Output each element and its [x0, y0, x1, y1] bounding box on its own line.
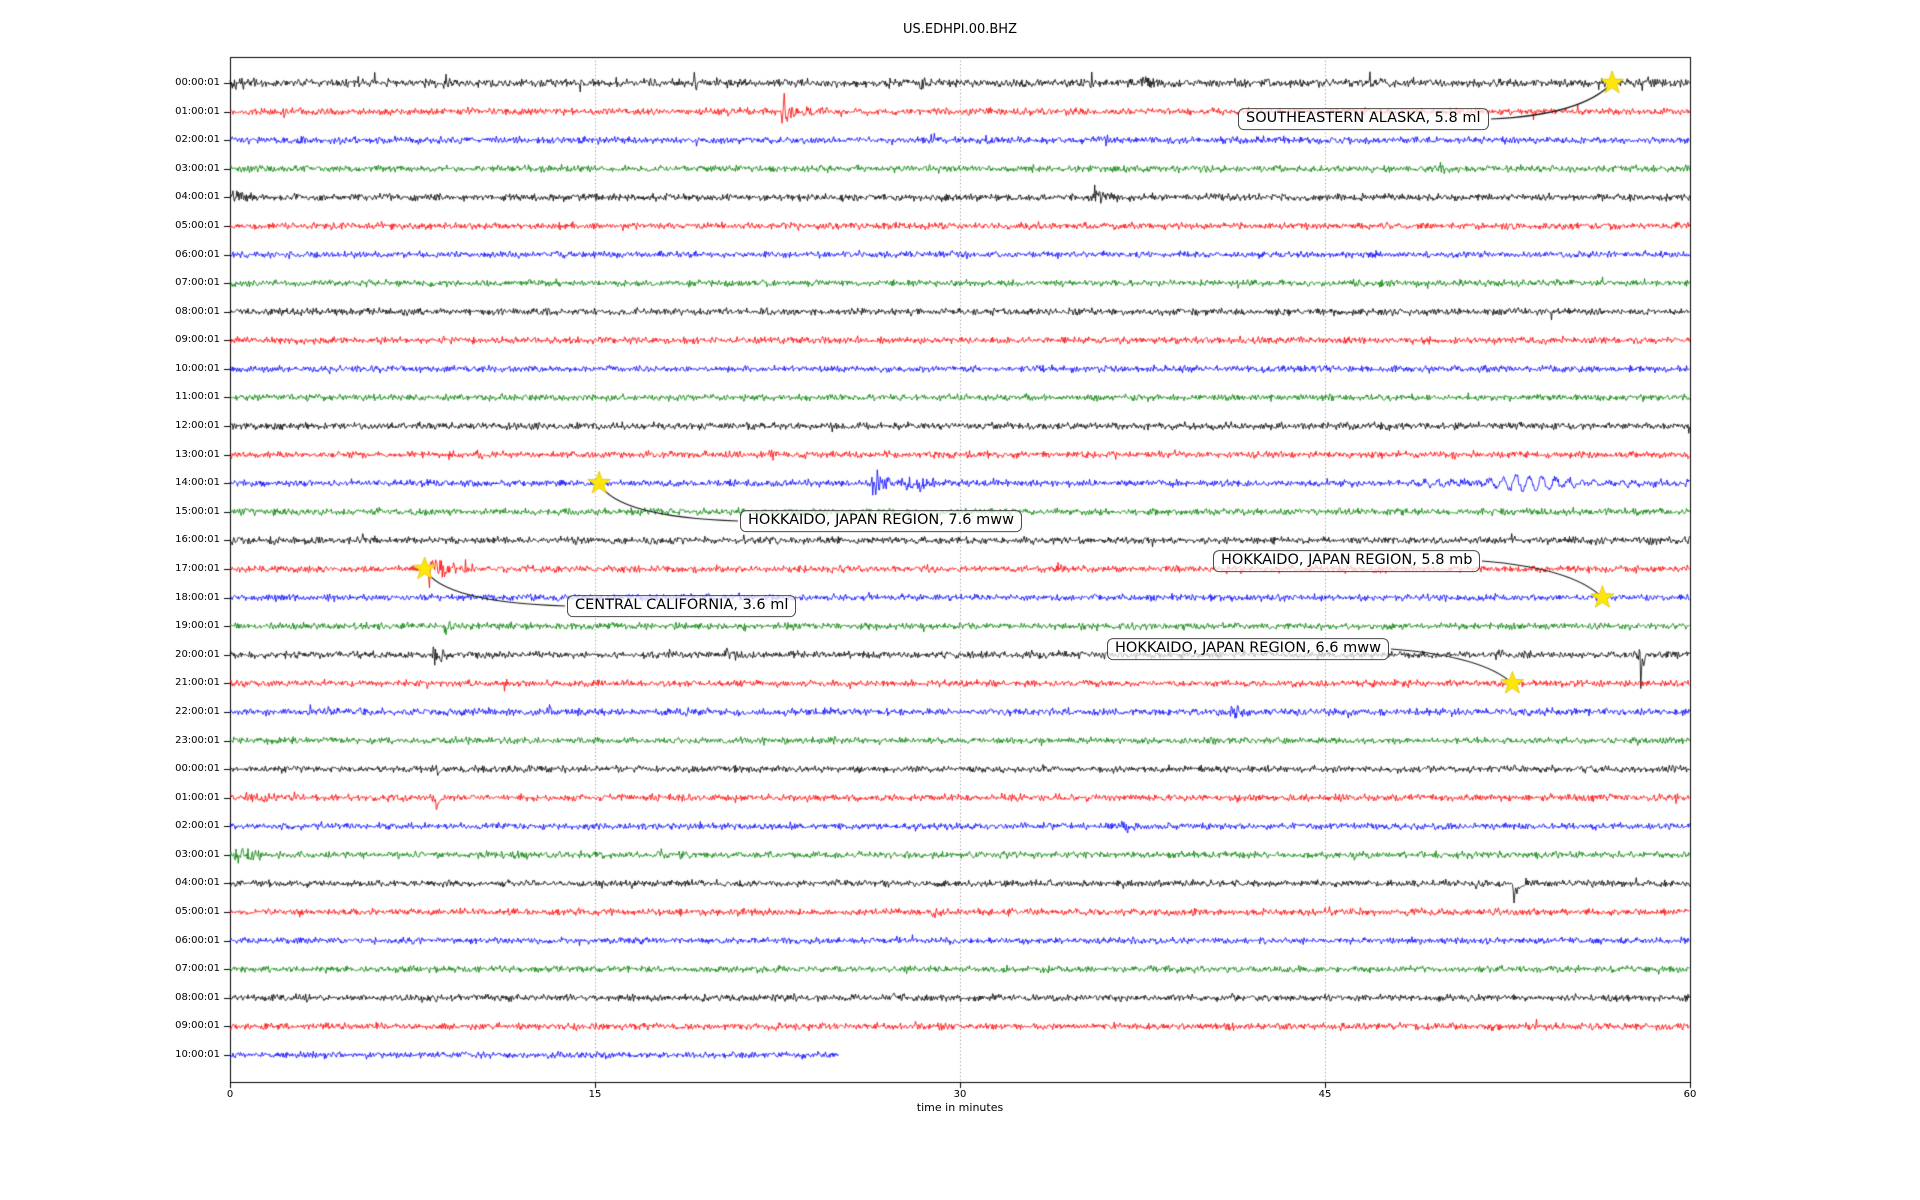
trace-label: 10:00:01 — [175, 362, 220, 374]
trace-label: 02:00:01 — [175, 134, 220, 146]
event-annotation: HOKKAIDO, JAPAN REGION, 7.6 mww — [740, 510, 1022, 532]
event-annotation: HOKKAIDO, JAPAN REGION, 6.6 mww — [1107, 638, 1389, 660]
trace-label: 01:00:01 — [175, 791, 220, 803]
trace-label: 07:00:01 — [175, 963, 220, 975]
trace-label: 02:00:01 — [175, 820, 220, 832]
trace-label: 05:00:01 — [175, 219, 220, 231]
trace-label: 22:00:01 — [175, 705, 220, 717]
trace-label: 04:00:01 — [175, 877, 220, 889]
x-tick-label: 15 — [588, 1089, 602, 1100]
trace-label: 09:00:01 — [175, 334, 220, 346]
trace-label: 12:00:01 — [175, 420, 220, 432]
trace-label: 06:00:01 — [175, 934, 220, 946]
trace-label: 16:00:01 — [175, 534, 220, 546]
trace-label: 20:00:01 — [175, 648, 220, 660]
trace-label: 03:00:01 — [175, 162, 220, 174]
trace-label: 07:00:01 — [175, 277, 220, 289]
trace-label: 03:00:01 — [175, 848, 220, 860]
trace-label: 08:00:01 — [175, 305, 220, 317]
trace-label: 08:00:01 — [175, 991, 220, 1003]
trace-label: 13:00:01 — [175, 448, 220, 460]
trace-label: 18:00:01 — [175, 591, 220, 603]
trace-label: 19:00:01 — [175, 620, 220, 632]
trace-label: 09:00:01 — [175, 1020, 220, 1032]
trace-label: 21:00:01 — [175, 677, 220, 689]
event-annotation: SOUTHEASTERN ALASKA, 5.8 ml — [1238, 108, 1489, 130]
event-annotation: CENTRAL CALIFORNIA, 3.6 ml — [567, 595, 797, 617]
x-axis-label: time in minutes — [916, 1101, 1004, 1114]
trace-label: 00:00:01 — [175, 77, 220, 88]
trace-label: 17:00:01 — [175, 563, 220, 574]
x-tick-label: 60 — [1683, 1089, 1697, 1100]
x-tick-label: 45 — [1318, 1089, 1332, 1100]
event-annotation: HOKKAIDO, JAPAN REGION, 5.8 mb — [1213, 550, 1481, 572]
trace-label: 04:00:01 — [175, 191, 220, 203]
seismogram-page: US.EDHPI.00.BHZ time in minutes 00:00:01… — [0, 0, 1920, 1200]
x-tick-label: 0 — [226, 1089, 234, 1100]
trace-label: 23:00:01 — [175, 734, 220, 746]
seismogram-canvas — [0, 0, 1920, 1200]
trace-label: 00:00:01 — [175, 763, 220, 775]
trace-label: 06:00:01 — [175, 248, 220, 260]
trace-label: 11:00:01 — [175, 391, 220, 403]
trace-label: 10:00:01 — [175, 1049, 220, 1060]
trace-label: 05:00:01 — [175, 906, 220, 918]
trace-label: 15:00:01 — [175, 505, 220, 517]
page-title: US.EDHPI.00.BHZ — [903, 22, 1017, 37]
trace-label: 14:00:01 — [175, 477, 220, 489]
trace-label: 01:00:01 — [175, 105, 220, 117]
x-tick-label: 30 — [953, 1089, 967, 1100]
